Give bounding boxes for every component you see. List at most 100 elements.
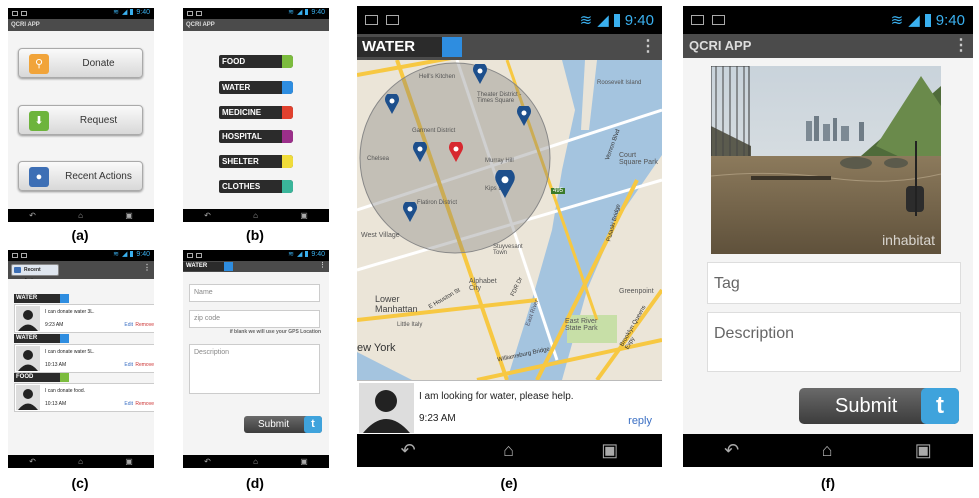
submit-label: Submit (258, 419, 290, 430)
home-icon[interactable]: ⌂ (503, 440, 514, 461)
request-popup[interactable]: I am looking for water, please help. 9:2… (357, 380, 662, 434)
map-label: Roosevelt Island (597, 80, 642, 86)
recent-actions-screen: WATER I can donate water 3L. 9:23 AM Edi… (8, 279, 154, 455)
status-bar: ≋ ◢ 9:40 (8, 8, 154, 19)
signal-icon: ◢ (296, 251, 303, 258)
description-field[interactable]: Description (189, 344, 320, 394)
home-icon[interactable]: ⌂ (78, 211, 83, 220)
name-field[interactable]: Name (189, 284, 320, 302)
status-bar: ≋ ◢ 9:40 (183, 250, 329, 261)
home-icon[interactable]: ⌂ (253, 457, 258, 466)
home-icon[interactable]: ⌂ (78, 457, 83, 466)
back-icon[interactable]: ↶ (401, 440, 416, 461)
remove-link[interactable]: Remove (135, 401, 154, 407)
description-placeholder: Description (194, 349, 230, 356)
category-hospital[interactable]: HOSPITAL (219, 130, 293, 143)
map-label: Stuyvesant Town (493, 244, 523, 256)
avatar (16, 306, 40, 331)
map-pin-icon[interactable] (473, 64, 487, 84)
action-bar: QCRI APP (183, 19, 329, 31)
recent-apps-icon[interactable]: ▣ (125, 457, 133, 466)
wifi-icon: ≋ (288, 251, 294, 258)
home-screen: ⚲ Donate ⬇ Request ● Recent Actions (8, 31, 154, 209)
category-medicine[interactable]: MEDICINE (219, 106, 293, 119)
recent-actions-header[interactable]: Recent Actions (11, 264, 59, 284)
edit-link[interactable]: Edit (124, 401, 133, 407)
recent-apps-icon[interactable]: ▣ (601, 440, 618, 461)
twitter-icon[interactable]: t (304, 416, 322, 433)
home-icon[interactable]: ⌂ (253, 211, 258, 220)
post-message: I can donate food. (45, 388, 86, 394)
map-pin-icon[interactable] (495, 170, 515, 198)
status-bar: ≋ ◢ 9:40 (8, 250, 154, 261)
category-shelter[interactable]: SHELTER (219, 155, 293, 168)
overflow-menu-icon[interactable]: ⋮ (640, 36, 656, 56)
post-time: 9:23 AM (45, 322, 64, 328)
category-clothes[interactable]: CLOTHES (219, 180, 293, 193)
map-pin-icon[interactable] (385, 94, 399, 114)
category-tag: WATER (357, 37, 462, 57)
back-icon[interactable]: ↶ (29, 211, 36, 220)
recent-apps-icon[interactable]: ▣ (915, 440, 932, 461)
tag-field[interactable]: Tag (707, 262, 961, 304)
remove-link[interactable]: Remove (135, 322, 154, 328)
recent-apps-icon[interactable]: ▣ (300, 211, 308, 220)
map-pin-icon[interactable] (517, 106, 531, 126)
recent-apps-icon[interactable]: ▣ (125, 211, 133, 220)
request-button[interactable]: ⬇ Request (18, 105, 143, 135)
overflow-menu-icon[interactable]: ⋮ (143, 263, 151, 272)
back-icon[interactable]: ↶ (724, 440, 739, 461)
submit-button[interactable]: Submit t (799, 388, 959, 424)
map-label: Flatiron District (417, 200, 458, 206)
recent-apps-icon[interactable]: ▣ (300, 457, 308, 466)
overflow-menu-icon[interactable]: ⋮ (953, 34, 969, 58)
map-pin-icon[interactable] (413, 142, 427, 162)
donate-button[interactable]: ⚲ Donate (18, 48, 143, 78)
signal-icon: ◢ (908, 12, 920, 29)
battery-icon (130, 251, 134, 257)
message-icon (386, 15, 399, 25)
caption-c: (c) (71, 475, 89, 491)
battery-icon (305, 9, 309, 15)
recent-actions-button[interactable]: ● Recent Actions (18, 161, 143, 191)
wifi-icon: ≋ (890, 12, 904, 29)
phone-b: ≋ ◢ 9:40 QCRI APP FOOD WATER MEDICINE HOSP… (183, 8, 329, 222)
wifi-icon: ≋ (579, 12, 593, 29)
map-pin-icon[interactable] (449, 142, 463, 162)
map-view[interactable]: Hell's Kitchen Theater District - Times … (357, 60, 662, 380)
battery-icon (613, 13, 620, 27)
map-label: Greenpoint (619, 288, 654, 295)
edit-link[interactable]: Edit (124, 322, 133, 328)
gallery-icon (12, 253, 18, 258)
home-icon[interactable]: ⌂ (822, 440, 833, 461)
map-label: Theater District - Times Square (477, 92, 522, 104)
navigation-bar: ↶ ⌂ ▣ (183, 455, 329, 468)
overflow-menu-icon[interactable]: ⋮ (319, 261, 326, 269)
map-pin-icon[interactable] (403, 202, 417, 222)
action-bar: WATER ⋮ (357, 34, 662, 60)
gallery-icon (12, 11, 18, 16)
category-color (442, 37, 462, 57)
reply-link[interactable]: reply (628, 415, 652, 427)
back-icon[interactable]: ↶ (204, 457, 211, 466)
category-color (282, 180, 293, 193)
submit-button[interactable]: Submit t (244, 416, 322, 433)
action-bar: QCRI APP (8, 19, 154, 31)
status-bar: ≋ ◢ 9:40 (357, 6, 662, 34)
description-field[interactable]: Description (707, 312, 961, 372)
category-label: FOOD (222, 57, 246, 66)
edit-link[interactable]: Edit (124, 362, 133, 368)
post-photo-screen: inhabitat Tag Description Submit t (683, 58, 973, 434)
back-icon[interactable]: ↶ (29, 457, 36, 466)
twitter-icon[interactable]: t (921, 388, 959, 424)
category-food[interactable]: FOOD (219, 55, 293, 68)
back-icon[interactable]: ↶ (204, 211, 211, 220)
app-title: QCRI APP (11, 22, 40, 28)
zip-code-field[interactable]: zip code (189, 310, 320, 328)
category-water[interactable]: WATER (219, 81, 293, 94)
map-label: ew York (357, 342, 396, 354)
tag-placeholder: Tag (714, 275, 740, 292)
remove-link[interactable]: Remove (135, 362, 154, 368)
caption-f: (f) (821, 475, 835, 491)
speech-bubble-icon (14, 267, 21, 273)
